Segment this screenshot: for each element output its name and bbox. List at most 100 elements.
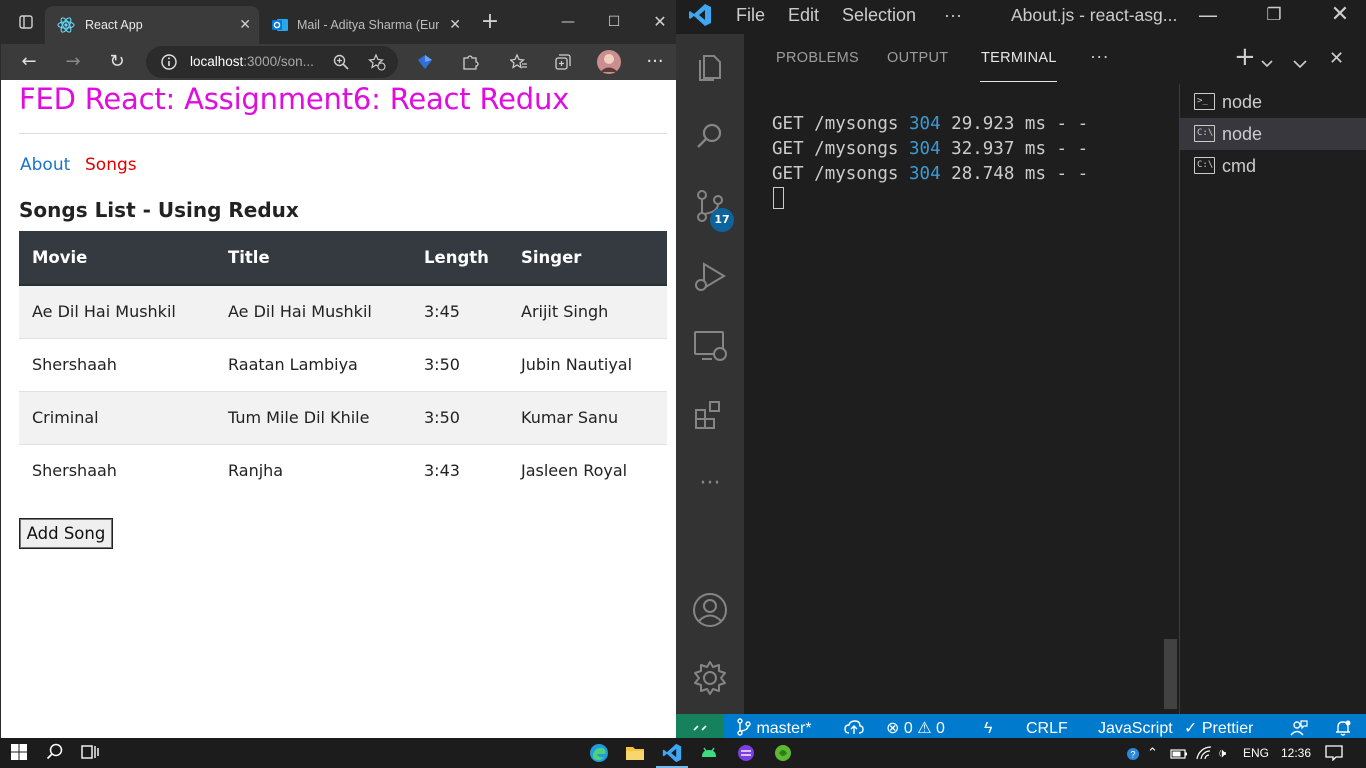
favorites-icon[interactable] <box>505 48 533 76</box>
close-panel-icon[interactable]: ✕ <box>1329 48 1344 69</box>
clock[interactable]: 12:36 <box>1281 738 1311 768</box>
cell-movie: Ae Dil Hai Mushkil <box>32 302 176 322</box>
cell-singer: Jasleen Royal <box>521 461 628 481</box>
problems-status[interactable]: ⊗ 0 ⚠ 0 <box>886 714 945 738</box>
collections-icon[interactable] <box>549 48 577 76</box>
restore-icon[interactable]: ❐ <box>1254 0 1294 30</box>
add-song-button[interactable]: Add Song <box>19 518 113 549</box>
react-logo-icon <box>57 16 75 34</box>
terminal-output[interactable]: GET /mysongs 304 29.923 ms - - GET /myson… <box>772 112 1088 187</box>
forward-icon[interactable]: → <box>59 48 87 76</box>
feedback-icon[interactable] <box>1290 714 1308 738</box>
extensions-puzzle-icon[interactable] <box>456 48 484 76</box>
remote-explorer-icon[interactable] <box>690 326 730 366</box>
tab-problems[interactable]: PROBLEMS <box>776 50 859 66</box>
extensions-icon[interactable] <box>690 394 730 434</box>
explorer-icon[interactable] <box>690 48 730 88</box>
wifi-icon[interactable] <box>1195 745 1213 761</box>
edge-icon[interactable] <box>589 743 609 763</box>
divider <box>19 133 667 134</box>
extension-icon[interactable] <box>411 48 439 76</box>
add-favorite-icon[interactable] <box>368 53 386 71</box>
app-icon[interactable] <box>773 743 793 763</box>
check-double-icon: ✓ <box>1184 720 1198 737</box>
search-icon[interactable] <box>46 743 66 763</box>
prettier-status[interactable]: ✓ Prettier <box>1184 714 1253 738</box>
menu-selection[interactable]: Selection <box>842 0 916 30</box>
maximize-panel-icon[interactable] <box>1292 50 1308 74</box>
cell-length: 3:45 <box>424 302 460 322</box>
close-tab-icon[interactable]: ✕ <box>239 6 251 44</box>
tab-react-app[interactable]: React App ✕ <box>45 6 259 44</box>
url-text: localhost:3000/son... <box>190 54 314 69</box>
app-icon[interactable] <box>736 743 756 763</box>
action-center-icon[interactable] <box>1325 745 1343 762</box>
menu-file[interactable]: File <box>736 0 765 30</box>
sync-icon[interactable] <box>844 714 864 738</box>
close-window-icon[interactable]: ✕ <box>647 0 673 44</box>
settings-gear-icon[interactable] <box>690 658 730 698</box>
battery-icon[interactable] <box>1170 746 1188 760</box>
new-tab-icon[interactable]: + <box>477 0 503 44</box>
terminal-icon: >_ <box>1194 93 1215 110</box>
language-mode[interactable]: JavaScript <box>1098 714 1173 738</box>
show-hidden-icons[interactable]: ⌃ <box>1147 738 1158 768</box>
column-header-title: Title <box>228 248 270 267</box>
more-views-icon[interactable]: ··· <box>690 464 730 504</box>
vscode-window: File Edit Selection ··· About.js - react… <box>676 0 1366 738</box>
url-field[interactable]: localhost:3000/son... <box>146 46 398 78</box>
cell-movie: Shershaah <box>32 355 117 374</box>
nav-link-about[interactable]: About <box>20 155 70 175</box>
more-menu-icon[interactable]: ··· <box>641 48 669 76</box>
info-icon[interactable] <box>160 53 178 71</box>
menu-more[interactable]: ··· <box>944 0 962 30</box>
cell-title: Ae Dil Hai Mushkil <box>228 302 372 322</box>
terminal-dropdown-icon[interactable] <box>1260 50 1274 74</box>
eol-status[interactable]: CRLF <box>1026 714 1068 738</box>
terminal-item-cmd[interactable]: C:\ cmd <box>1180 150 1366 182</box>
search-icon[interactable] <box>690 116 730 156</box>
tab-actions-icon[interactable] <box>13 0 39 47</box>
file-explorer-icon[interactable] <box>625 743 645 763</box>
web-page: FED React: Assignment6: React Redux Abou… <box>1 80 676 738</box>
close-window-icon[interactable]: ✕ <box>1320 0 1360 30</box>
zoom-icon[interactable] <box>332 53 350 71</box>
menu-edit[interactable]: Edit <box>788 0 819 30</box>
window-title: About.js - react-asg... <box>1011 5 1178 25</box>
minimize-icon[interactable]: — <box>1188 0 1228 30</box>
input-language[interactable]: ENG <box>1243 738 1269 768</box>
terminal-item-node[interactable]: >_ node <box>1180 86 1366 118</box>
live-share-icon[interactable]: ϟ <box>984 714 992 738</box>
remote-indicator-icon[interactable] <box>676 714 724 738</box>
tab-output[interactable]: OUTPUT <box>887 50 948 66</box>
windows-start-icon[interactable] <box>10 743 30 763</box>
tab-terminal[interactable]: TERMINAL <box>981 50 1057 66</box>
minimize-icon[interactable]: — <box>555 0 581 44</box>
nav-link-songs[interactable]: Songs <box>85 155 137 175</box>
profile-avatar[interactable] <box>595 48 623 76</box>
close-tab-icon[interactable]: ✕ <box>449 6 461 44</box>
volume-icon[interactable]: 🕩 <box>1218 738 1226 768</box>
notifications-bell-icon[interactable] <box>1334 714 1352 738</box>
windows-taskbar: ? ⌃ 🕩 ENG 12:36 <box>0 738 1366 768</box>
android-studio-icon[interactable] <box>699 743 719 763</box>
warning-icon: ⚠ <box>917 720 932 737</box>
songs-table: Movie Title Length Singer Ae Dil Hai Mus… <box>19 231 667 497</box>
help-icon[interactable]: ? <box>1126 746 1140 760</box>
refresh-icon[interactable]: ↻ <box>103 48 131 76</box>
task-view-icon[interactable] <box>81 743 101 763</box>
tab-mail[interactable]: Mail - Aditya Sharma (Europ ✕ <box>263 6 473 44</box>
back-icon[interactable]: ← <box>15 48 43 76</box>
run-debug-icon[interactable] <box>690 256 730 296</box>
new-terminal-icon[interactable]: + <box>1234 42 1256 72</box>
cmd-icon: C:\ <box>1194 157 1215 174</box>
terminal-item-node[interactable]: C:\ node <box>1180 118 1366 150</box>
status-bar: master* ⊗ 0 ⚠ 0 ϟ CRLF JavaScript ✓ Pret… <box>676 714 1366 738</box>
panel-more-icon[interactable]: ··· <box>1090 46 1109 67</box>
cell-length: 3:50 <box>424 408 460 427</box>
maximize-icon[interactable]: ☐ <box>601 0 627 44</box>
terminal-scrollbar[interactable] <box>1164 639 1177 709</box>
branch-status[interactable]: master* <box>736 714 812 738</box>
vscode-taskbar-icon[interactable] <box>662 743 682 763</box>
accounts-icon[interactable] <box>690 590 730 630</box>
